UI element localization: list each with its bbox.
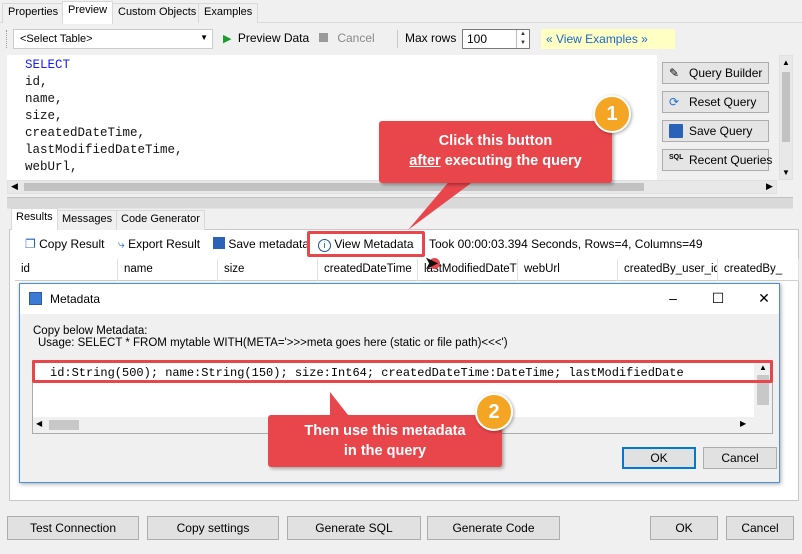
callout-two-line1: Then use this metadata — [304, 423, 466, 439]
callout-one-line2: after executing the query — [379, 151, 612, 171]
mouse-cursor-icon: ➤ — [424, 253, 440, 273]
callout-one-pointer — [408, 178, 478, 230]
step-two-badge: 2 — [475, 393, 513, 431]
callout-one-rest: executing the query — [440, 153, 582, 169]
callout-one-line1: Click this button — [438, 133, 553, 149]
callout-two-line2: in the query — [343, 443, 427, 459]
step-one-badge: 1 — [593, 95, 631, 133]
callout-two: Then use this metadata in the query — [268, 415, 502, 467]
callout-one-emphasis: after — [409, 153, 441, 169]
callout-pointers — [330, 178, 478, 420]
callout-one: Click this button after executing the qu… — [379, 121, 612, 183]
